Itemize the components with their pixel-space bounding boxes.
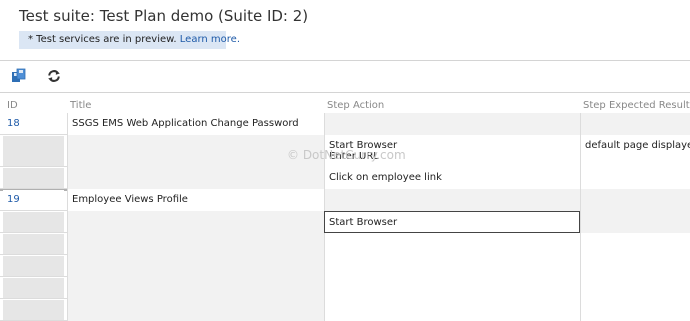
step-title-cell[interactable] [67, 135, 324, 167]
step-expected-cell[interactable] [580, 277, 690, 299]
step-title-cell[interactable] [67, 277, 324, 299]
test-case-title-cell[interactable]: SSGS EMS Web Application Change Password [67, 113, 324, 135]
step-action-cell[interactable] [324, 189, 580, 211]
test-case-title: SSGS EMS Web Application Change Password [72, 118, 299, 129]
step-expected-text: default page displayed [585, 140, 690, 151]
step-action-cell[interactable] [324, 233, 580, 255]
row-gutter [3, 136, 64, 166]
step-action-cell[interactable]: Start Browser Enter URL [324, 135, 580, 167]
step-title-cell[interactable] [67, 211, 324, 233]
step-expected-cell[interactable] [580, 233, 690, 255]
test-case-title-cell[interactable]: Employee Views Profile [67, 189, 324, 211]
column-header-expected-result[interactable]: Step Expected Result [583, 100, 690, 111]
column-header-title[interactable]: Title [70, 100, 91, 111]
step-action-cell[interactable] [324, 277, 580, 299]
column-header-step-action[interactable]: Step Action [327, 100, 384, 111]
step-expected-cell[interactable] [580, 113, 690, 135]
step-expected-cell[interactable] [580, 211, 690, 233]
test-case-title: Employee Views Profile [72, 194, 188, 205]
step-title-cell[interactable] [67, 167, 324, 189]
header-divider [0, 60, 690, 61]
step-expected-cell[interactable] [580, 255, 690, 277]
test-steps-grid: 18 SSGS EMS Web Application Change Passwo… [0, 113, 690, 321]
step-action-cell[interactable] [324, 113, 580, 135]
step-action-cell[interactable] [324, 255, 580, 277]
step-action-cell[interactable] [324, 299, 580, 321]
step-expected-cell[interactable] [580, 299, 690, 321]
step-action-text: Start Browser [329, 140, 398, 151]
step-title-cell[interactable] [67, 255, 324, 277]
refresh-icon [48, 70, 60, 82]
test-case-id-cell: 18 [3, 114, 64, 134]
step-title-cell[interactable] [67, 299, 324, 321]
suite-title: Test suite: Test Plan demo (Suite ID: 2) [19, 7, 309, 25]
row-gutter [3, 278, 64, 298]
step-action-text: Enter URL [329, 151, 379, 162]
test-case-id-link[interactable]: 18 [7, 118, 20, 129]
step-title-cell[interactable] [67, 233, 324, 255]
column-header-id[interactable]: ID [7, 100, 18, 111]
test-case-id-cell: 19 [3, 190, 64, 210]
step-action-cell[interactable]: Click on employee link [324, 167, 580, 189]
step-expected-cell[interactable] [580, 167, 690, 189]
save-icon [12, 68, 26, 82]
row-gutter [3, 256, 64, 276]
refresh-button[interactable] [46, 68, 62, 84]
step-expected-cell[interactable] [580, 189, 690, 211]
step-expected-cell[interactable]: default page displayed [580, 135, 690, 167]
step-action-text: Start Browser [329, 217, 398, 228]
step-action-cell[interactable]: Start Browser [324, 211, 580, 233]
preview-text: * Test services are in preview. [28, 34, 177, 45]
toolbar-divider [0, 92, 690, 93]
learn-more-link[interactable]: Learn more. [180, 34, 240, 45]
row-gutter [3, 212, 64, 232]
row-gutter [3, 168, 64, 188]
row-gutter [3, 234, 64, 254]
test-case-id-link[interactable]: 19 [7, 194, 20, 205]
save-button[interactable] [11, 68, 27, 84]
row-gutter [3, 300, 64, 320]
step-action-text: Click on employee link [329, 172, 442, 183]
preview-banner: * Test services are in preview. Learn mo… [19, 31, 240, 49]
